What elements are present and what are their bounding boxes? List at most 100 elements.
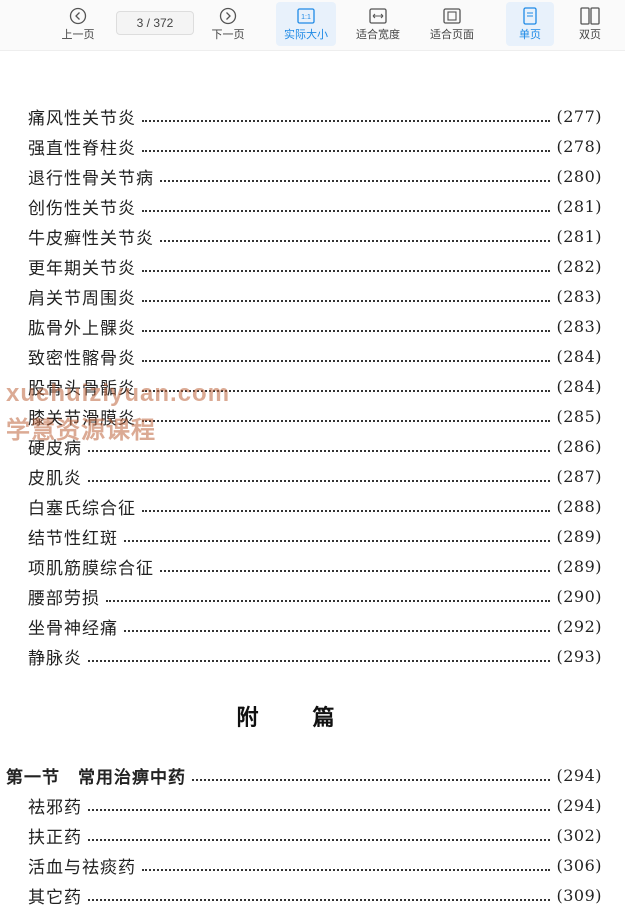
toc-entry-title: 祛邪药: [28, 797, 82, 818]
toc-leader-dots: [160, 230, 551, 242]
chevron-left-circle-icon: [69, 6, 87, 26]
toc-entry-page: (281): [556, 226, 602, 246]
prev-page-label: 上一页: [61, 29, 95, 41]
toc-leader-dots: [142, 320, 551, 332]
next-page-button[interactable]: 下一页: [208, 2, 248, 46]
toc-entry-page: (280): [556, 166, 602, 186]
toc-entry-title: 坐骨神经痛: [28, 618, 118, 639]
toc-leader-dots: [106, 590, 551, 602]
toc-entry: 退行性骨关节病 (280): [28, 164, 602, 189]
toc-entry: 白塞氏综合征 (288): [28, 494, 602, 519]
actual-size-label: 实际大小: [284, 29, 328, 41]
toc-leader-dots: [142, 260, 551, 272]
toc-leader-dots: [142, 500, 551, 512]
toc-entry-page: (290): [556, 586, 602, 606]
toc-entry: 其它药 (309): [28, 883, 602, 908]
toc-entry-title: 牛皮癣性关节炎: [28, 228, 154, 249]
toc-entry-title: 第一节 常用治痹中药: [6, 767, 186, 788]
toc-entry-title: 退行性骨关节病: [28, 168, 154, 189]
toc-entry: 扶正药 (302): [28, 823, 602, 848]
toc-entry-title: 肩关节周围炎: [28, 288, 136, 309]
toc-entry-title: 项肌筋膜综合征: [28, 558, 154, 579]
toc-entry-page: (277): [556, 106, 602, 126]
fit-page-icon: [443, 6, 461, 26]
double-page-button[interactable]: 双页: [568, 2, 612, 46]
svg-text:1:1: 1:1: [301, 14, 311, 21]
toc-entry: 静脉炎 (293): [28, 644, 602, 669]
toc-entry-page: (281): [556, 196, 602, 216]
fit-width-label: 适合宽度: [356, 29, 400, 41]
toc-entry-title: 痛风性关节炎: [28, 108, 136, 129]
toc-entry: 痛风性关节炎 (277): [28, 104, 602, 129]
toc-entry-page: (294): [556, 795, 602, 815]
toc-entry-title: 强直性脊柱炎: [28, 138, 136, 159]
toc-entry: 硬皮病 (286): [28, 434, 602, 459]
toc-entry-title: 白塞氏综合征: [28, 498, 136, 519]
toc-entry-title: 结节性红斑: [28, 528, 118, 549]
toc-entry: 活血与祛痰药 (306): [28, 853, 602, 878]
toc-entry-page: (287): [556, 466, 602, 486]
toc-entry-page: (282): [556, 256, 602, 276]
toc-leader-dots: [142, 290, 551, 302]
toc-leader-dots: [88, 829, 551, 841]
single-page-label: 单页: [519, 29, 541, 41]
toc-leader-dots: [88, 470, 551, 482]
toc-leader-dots: [142, 200, 551, 212]
toc-entry: 腰部劳损 (290): [28, 584, 602, 609]
double-page-label: 双页: [579, 29, 601, 41]
toc-entry: 结节性红斑 (289): [28, 524, 602, 549]
actual-size-icon: 1:1: [297, 6, 315, 26]
toc-leader-dots: [88, 889, 551, 901]
toc-entry-title: 膝关节滑膜炎: [28, 408, 136, 429]
prev-page-button[interactable]: 上一页: [58, 2, 98, 46]
appendix-heading: 附篇: [236, 705, 389, 731]
fit-page-button[interactable]: 适合页面: [424, 2, 480, 46]
actual-size-button[interactable]: 1:1 实际大小: [276, 2, 336, 46]
toc-entry: 创伤性关节炎 (281): [28, 194, 602, 219]
toc-entry: 强直性脊柱炎 (278): [28, 134, 602, 159]
toc-entry-page: (288): [556, 496, 602, 516]
toc-entry-title: 其它药: [28, 887, 82, 908]
toc-entry-page: (284): [556, 376, 602, 396]
toc-entry-page: (309): [556, 885, 602, 905]
toc-entry: 皮肌炎 (287): [28, 464, 602, 489]
toc-entry-title: 硬皮病: [28, 438, 82, 459]
toc-entry-page: (302): [556, 825, 602, 845]
toc-entry-page: (306): [556, 855, 602, 875]
toc-entry-title: 扶正药: [28, 827, 82, 848]
toc-entry-page: (289): [556, 556, 602, 576]
toc-leader-dots: [88, 799, 551, 811]
toc-entry: 牛皮癣性关节炎 (281): [28, 224, 602, 249]
toc-section-entry: 第一节 常用治痹中药 (294): [6, 763, 602, 788]
viewer-toolbar: 上一页 3 / 372 下一页 1:1 实际大小 适合宽度 适合页面 单页 双页: [0, 0, 625, 51]
toc-entry-title: 腰部劳损: [28, 588, 100, 609]
fit-width-button[interactable]: 适合宽度: [350, 2, 406, 46]
toc-entry: 股骨头骨骺炎 (284): [28, 374, 602, 399]
toc-leader-dots: [142, 140, 551, 152]
toc-entry: 更年期关节炎 (282): [28, 254, 602, 279]
toc-entry-title: 皮肌炎: [28, 468, 82, 489]
toc-leader-dots: [142, 859, 551, 871]
toc-entry-title: 活血与祛痰药: [28, 857, 136, 878]
chevron-right-circle-icon: [219, 6, 237, 26]
toc-leader-dots: [142, 380, 551, 392]
page-total: / 372: [146, 16, 174, 30]
toc-leader-dots: [124, 620, 551, 632]
toc-entry-title: 致密性髂骨炎: [28, 348, 136, 369]
toc-entry-title: 更年期关节炎: [28, 258, 136, 279]
next-page-label: 下一页: [211, 29, 245, 41]
toc-entry: 致密性髂骨炎 (284): [28, 344, 602, 369]
page-number-input[interactable]: 3 / 372: [116, 11, 194, 35]
toc-leader-dots: [192, 769, 551, 781]
toc-leader-dots: [124, 530, 551, 542]
toc-entry: 肩关节周围炎 (283): [28, 284, 602, 309]
toc-entry-page: (283): [556, 286, 602, 306]
toc-leader-dots: [142, 110, 551, 122]
toc-entry: 膝关节滑膜炎 (285): [28, 404, 602, 429]
toc-entry-title: 静脉炎: [28, 648, 82, 669]
toc-entry: 祛邪药 (294): [28, 793, 602, 818]
fit-width-icon: [369, 6, 387, 26]
toc-entry: 肱骨外上髁炎 (283): [28, 314, 602, 339]
single-page-button[interactable]: 单页: [506, 2, 554, 46]
toc-entry-page: (292): [556, 616, 602, 636]
